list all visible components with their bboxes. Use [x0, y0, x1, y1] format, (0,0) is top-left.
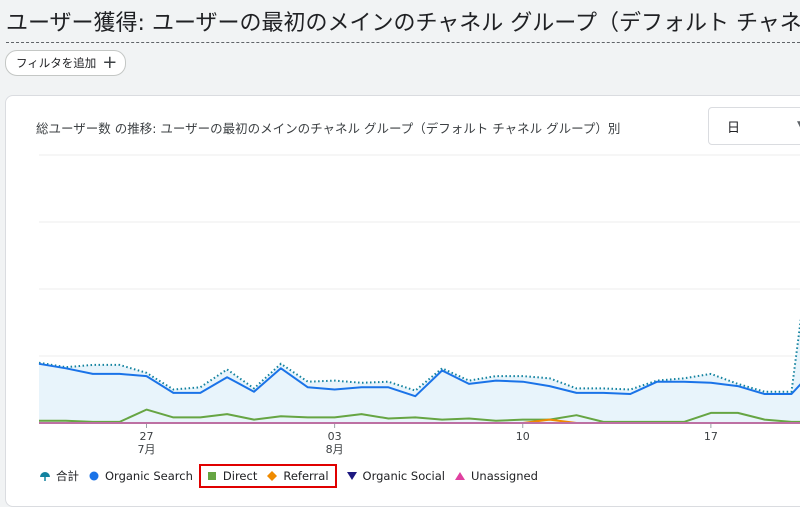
line-chart: 277月 038月 10 17: [38, 154, 800, 456]
chart-card: 総ユーザー数 の推移: ユーザーの最初のメインのチャネル グループ（デフォルト …: [5, 95, 800, 507]
legend-highlight-box: Direct Referral: [198, 464, 337, 488]
umbrella-marker-icon: [40, 472, 50, 481]
add-filter-label: フィルタを追加: [16, 56, 97, 70]
x-tick-month: 8月: [326, 443, 344, 456]
triangle-up-marker-icon: [455, 472, 465, 480]
legend-item[interactable]: Direct: [206, 469, 257, 483]
page-title: ユーザー獲得: ユーザーの最初のメインのチャネル グループ（デフォルト チャネル…: [6, 8, 800, 43]
legend-label: 合計: [56, 469, 79, 483]
x-tick-day: 03: [328, 430, 342, 443]
square-marker-icon: [207, 472, 216, 480]
plus-icon: +: [102, 52, 118, 73]
legend-item[interactable]: Organic Social: [346, 469, 445, 483]
legend-label: Direct: [222, 469, 258, 483]
gridlines: [39, 154, 800, 357]
circle-marker-icon: [89, 471, 99, 481]
legend-item[interactable]: Unassigned: [454, 469, 538, 483]
diamond-marker-icon: [267, 471, 278, 481]
series-line-total: [38, 317, 800, 393]
x-tick-day: 17: [704, 430, 718, 443]
legend-label: Unassigned: [471, 469, 538, 483]
legend-label: Organic Search: [105, 469, 193, 483]
legend-item[interactable]: Referral: [266, 469, 329, 483]
x-tick-month: 7月: [138, 443, 156, 456]
legend-item[interactable]: Organic Search: [88, 469, 193, 483]
legend-label: Referral: [283, 469, 329, 483]
x-tick-day: 27: [140, 430, 154, 443]
x-tick-day: 10: [516, 430, 530, 443]
add-filter-button[interactable]: フィルタを追加 +: [5, 50, 127, 76]
legend-label: Organic Social: [362, 469, 445, 483]
chart-legend: 合計 Organic Search Direct Referral Organic So…: [39, 464, 547, 488]
triangle-down-marker-icon: [346, 472, 357, 480]
legend-item[interactable]: 合計: [39, 468, 79, 484]
